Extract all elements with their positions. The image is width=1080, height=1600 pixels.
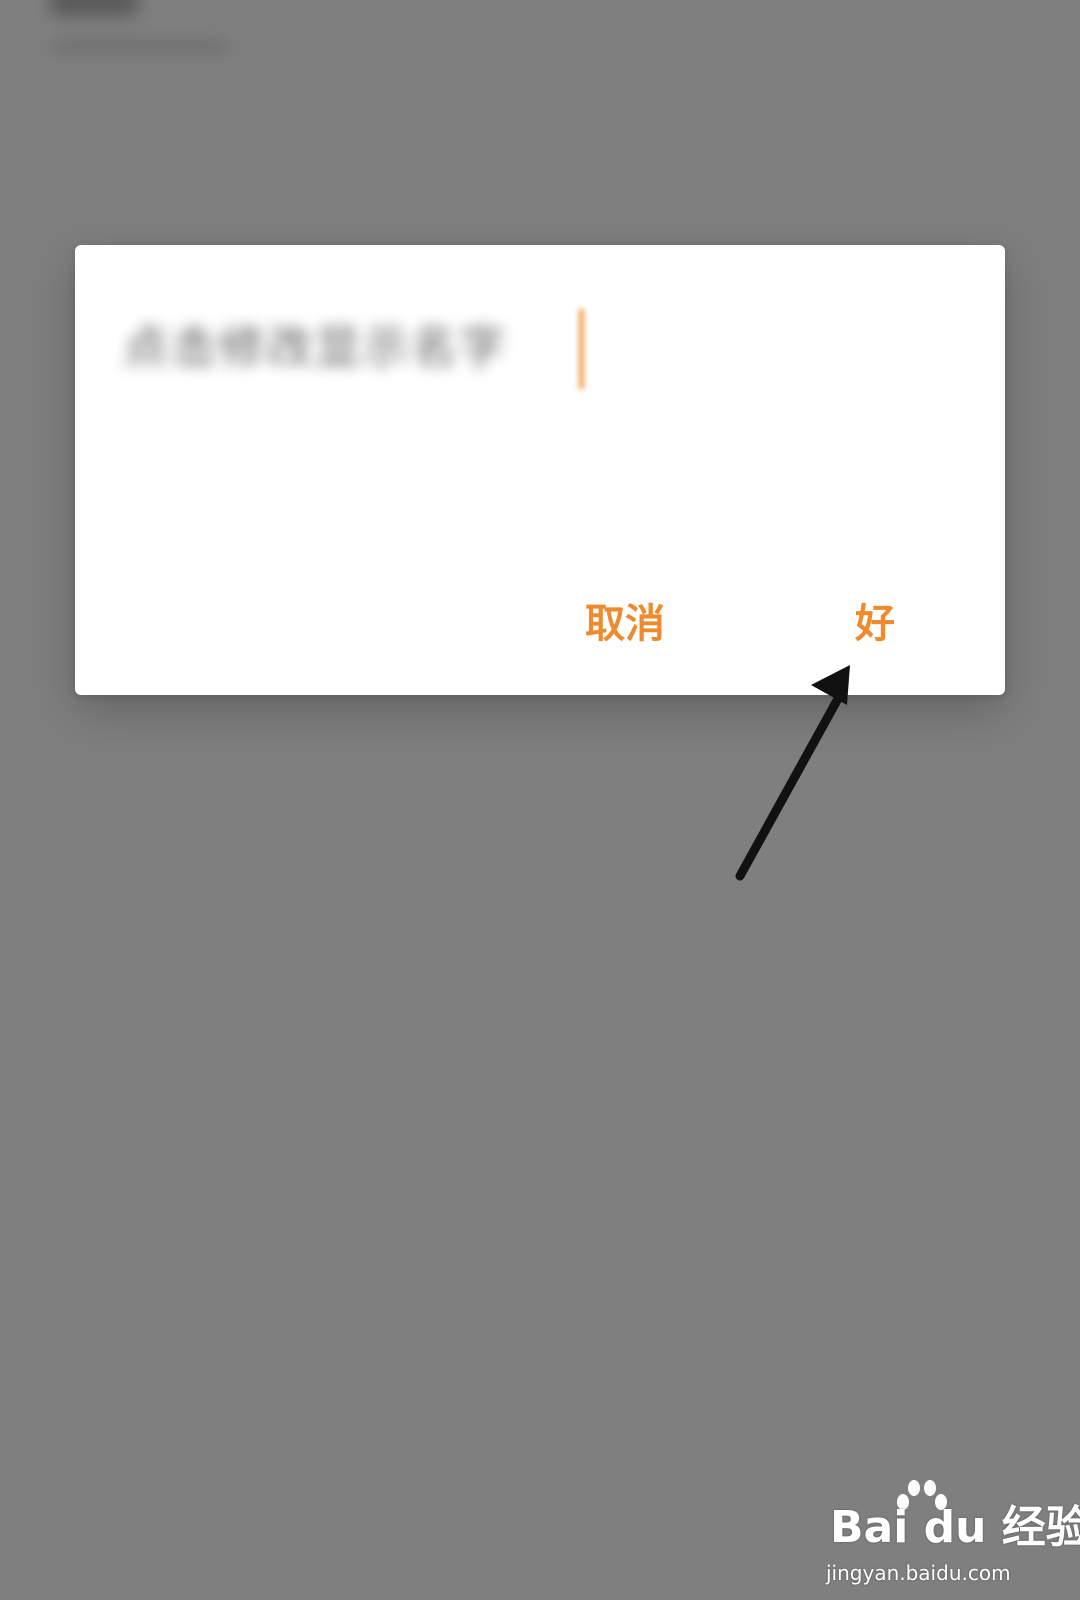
name-input-field[interactable]: 点击修改显示名字 xyxy=(115,307,965,389)
confirm-button[interactable]: 好 xyxy=(825,593,925,655)
watermark-url: jingyan.baidu.com xyxy=(826,1561,1011,1585)
background-blurred-text xyxy=(52,40,228,54)
watermark-brand: Bai du 经验 xyxy=(830,1502,1080,1553)
cancel-button[interactable]: 取消 xyxy=(565,593,685,655)
name-input-value: 点击修改显示名字 xyxy=(123,320,507,374)
rename-dialog: 点击修改显示名字 取消 好 xyxy=(75,245,1005,695)
background-blurred-avatar xyxy=(48,0,140,16)
baidu-jingyan-watermark: Bai du 经验 jingyan.baidu.com xyxy=(826,1478,1080,1590)
annotation-arrow-shaft xyxy=(735,690,845,881)
annotation-arrow xyxy=(735,665,850,881)
text-caret xyxy=(579,309,584,389)
